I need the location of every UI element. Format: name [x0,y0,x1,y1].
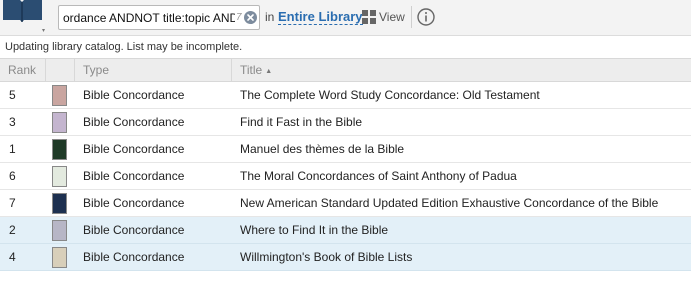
book-cover-thumbnail [52,85,67,106]
toolbar-divider [411,6,412,28]
column-header-cover[interactable] [46,59,75,81]
clear-circle-x-icon[interactable] [244,11,257,24]
book-cover-thumbnail [52,247,67,268]
title-cell: New American Standard Updated Edition Ex… [240,196,659,210]
type-cell: Bible Concordance [83,250,185,264]
table-row[interactable]: 5 Bible Concordance The Complete Word St… [0,82,691,109]
search-input-value[interactable]: ordance ANDNOT title:topic AND [63,11,238,25]
rank-cell: 6 [9,169,16,183]
rank-cell: 3 [9,115,16,129]
search-result-count: 7 [235,12,243,23]
book-cover-thumbnail [52,220,67,241]
title-cell: Where to Find It in the Bible [240,223,389,237]
info-icon[interactable] [417,8,435,26]
table-row[interactable]: 3 Bible Concordance Find it Fast in the … [0,109,691,136]
toolbar: ordance ANDNOT title:topic AND 7 in Enti… [0,0,691,36]
table-row[interactable]: 1 Bible Concordance Manuel des thèmes de… [0,136,691,163]
search-input[interactable]: ordance ANDNOT title:topic AND 7 [58,5,260,30]
title-cell: Manuel des thèmes de la Bible [240,142,405,156]
book-cover-thumbnail [52,139,67,160]
rank-cell: 2 [9,223,16,237]
table-header: Rank Type Title ▲ [0,58,691,82]
type-cell: Bible Concordance [83,223,185,237]
status-bar: Updating library catalog. List may be in… [0,37,691,58]
status-message: Updating library catalog. List may be in… [5,41,243,53]
table-row[interactable]: 2 Bible Concordance Where to Find It in … [0,217,691,244]
in-label: in [265,10,275,24]
type-cell: Bible Concordance [83,196,185,210]
grid-view-icon [362,10,376,24]
column-header-type-label: Type [83,63,110,77]
library-scope-link[interactable]: Entire Library [278,9,363,25]
rank-cell: 7 [9,196,16,210]
title-cell: The Complete Word Study Concordance: Old… [240,88,540,102]
book-icon[interactable] [0,0,46,34]
title-cell: The Moral Concordances of Saint Anthony … [240,169,517,183]
table-row[interactable]: 4 Bible Concordance Willmington's Book o… [0,244,691,271]
column-header-title[interactable]: Title ▲ [232,59,691,81]
view-label: View [379,10,405,24]
type-cell: Bible Concordance [83,142,185,156]
book-cover-thumbnail [52,166,67,187]
column-header-rank[interactable]: Rank [0,59,46,81]
rank-cell: 5 [9,88,16,102]
column-header-rank-label: Rank [8,63,37,77]
type-cell: Bible Concordance [83,88,185,102]
table-row[interactable]: 7 Bible Concordance New American Standar… [0,190,691,217]
title-cell: Willmington's Book of Bible Lists [240,250,413,264]
type-cell: Bible Concordance [83,115,185,129]
rank-cell: 1 [9,142,16,156]
book-cover-thumbnail [52,112,67,133]
title-cell: Find it Fast in the Bible [240,115,363,129]
book-cover-thumbnail [52,193,67,214]
rank-cell: 4 [9,250,16,264]
table-row[interactable]: 6 Bible Concordance The Moral Concordanc… [0,163,691,190]
column-header-type[interactable]: Type [75,59,232,81]
sort-up-icon: ▲ [265,68,273,75]
column-header-title-label: Title [240,63,263,77]
type-cell: Bible Concordance [83,169,185,183]
